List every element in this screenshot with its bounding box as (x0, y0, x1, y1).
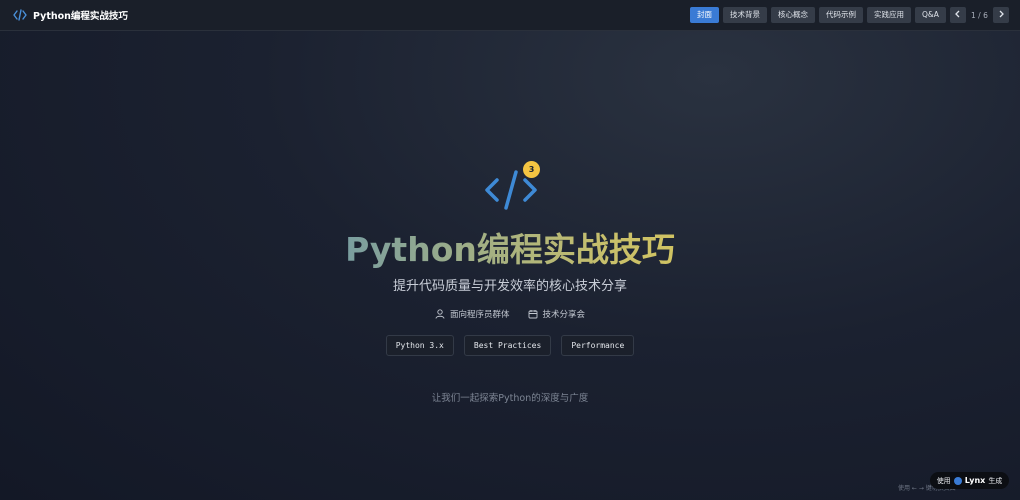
next-page-button[interactable] (992, 7, 1009, 23)
top-bar: Python编程实战技巧 封面 技术背景 核心概念 代码示例 实践应用 Q&A … (0, 0, 1020, 31)
pager: 1 / 6 (950, 7, 1009, 23)
nav-tab-practice[interactable]: 实践应用 (867, 7, 911, 23)
meta-row: 面向程序员群体 技术分享会 (0, 308, 1020, 320)
event-text: 技术分享会 (542, 310, 586, 320)
chevron-left-icon (954, 10, 962, 21)
code-icon (13, 8, 27, 22)
lynx-prefix: 使用 (936, 476, 951, 485)
tag-performance: Performance (561, 335, 635, 356)
lynx-brand: Lynx (964, 476, 986, 485)
tag-best-practices: Best Practices (463, 335, 552, 356)
audience-text: 面向程序员群体 (449, 310, 510, 320)
nav-tab-cover[interactable]: 封面 (690, 7, 719, 23)
event-meta: 技术分享会 (528, 308, 586, 320)
tag-python: Python 3.x (385, 335, 454, 356)
app-title: Python编程实战技巧 (33, 11, 128, 22)
calendar-icon (528, 310, 537, 319)
audience-meta: 面向程序员群体 (435, 308, 510, 320)
count-badge: 3 (523, 161, 540, 178)
tag-list: Python 3.x Best Practices Performance (0, 335, 1020, 356)
nav-tab-concepts[interactable]: 核心概念 (771, 7, 815, 23)
nav-tab-examples[interactable]: 代码示例 (819, 7, 863, 23)
chevron-right-icon (997, 10, 1005, 21)
brand: Python编程实战技巧 (13, 8, 128, 22)
nav-tab-qa[interactable]: Q&A (915, 7, 946, 23)
nav-tab-background[interactable]: 技术背景 (723, 7, 767, 23)
slide-nav: 封面 技术背景 核心概念 代码示例 实践应用 Q&A (690, 7, 946, 23)
page-indicator: 1 / 6 (971, 10, 988, 20)
lynx-logo-icon (953, 476, 962, 485)
prev-page-button[interactable] (950, 7, 966, 23)
tagline: 让我们一起探索Python的深度与广度 (431, 393, 589, 404)
user-icon (435, 309, 445, 319)
page-subtitle: 提升代码质量与开发效率的核心技术分享 (392, 279, 627, 294)
page-title: Python编程实战技巧 (0, 230, 1020, 270)
lynx-suffix: 生成 (988, 476, 1003, 485)
lynx-badge[interactable]: 使用 Lynx 生成 (930, 472, 1009, 489)
